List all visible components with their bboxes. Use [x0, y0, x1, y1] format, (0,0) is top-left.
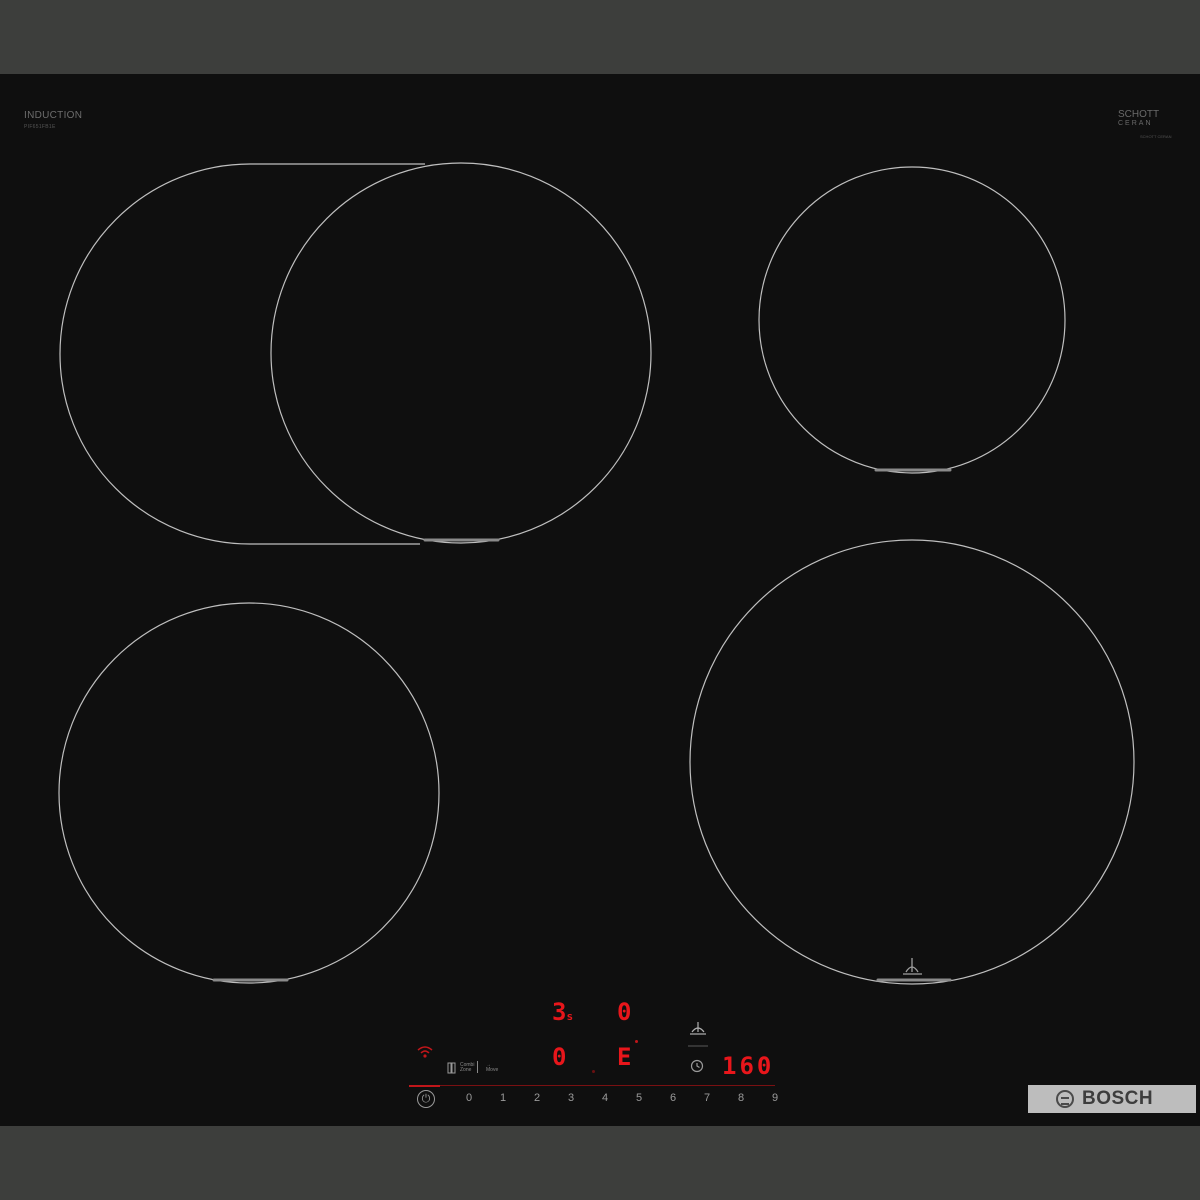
- level-0[interactable]: 0: [452, 1092, 486, 1104]
- bottom-frame: [0, 1126, 1200, 1200]
- level-2[interactable]: 2: [520, 1092, 554, 1104]
- level-1[interactable]: 1: [486, 1092, 520, 1104]
- zone-rear-left-level: 3: [552, 998, 567, 1026]
- pan-label-bottom: Move: [486, 1067, 499, 1073]
- wifi-icon[interactable]: [416, 1045, 434, 1059]
- power-icon: ⏻: [421, 1093, 431, 1105]
- power-level-selector[interactable]: 0 1 2 3 4 5 6 7 8 9: [452, 1092, 792, 1104]
- frying-sensor-control-icon[interactable]: [688, 1022, 708, 1047]
- indicator-dot: [592, 1070, 595, 1073]
- frying-sensor-icon: [903, 958, 922, 975]
- front-left-zone[interactable]: [270, 162, 652, 544]
- level-8[interactable]: 8: [724, 1092, 758, 1104]
- bottom-left-zone[interactable]: [58, 602, 440, 984]
- level-5[interactable]: 5: [622, 1092, 656, 1104]
- flex-zone-icon[interactable]: [447, 1062, 457, 1074]
- power-button[interactable]: ⏻: [417, 1090, 435, 1108]
- level-7[interactable]: 7: [690, 1092, 724, 1104]
- control-divider: [477, 1061, 478, 1073]
- zone-front-right-display: E: [617, 1043, 632, 1071]
- combi-label-bottom: Zone: [460, 1067, 472, 1073]
- level-9[interactable]: 9: [758, 1092, 792, 1104]
- bosch-brand-text: BOSCH: [1082, 1088, 1154, 1109]
- level-3[interactable]: 3: [554, 1092, 588, 1104]
- power-slider-track[interactable]: [440, 1085, 775, 1086]
- zone-front-left-display: 0: [552, 1043, 567, 1071]
- zone-rear-right-display: 0: [617, 998, 632, 1026]
- cooking-zones: [58, 162, 1135, 1047]
- bosch-armature-icon: [1056, 1090, 1074, 1108]
- bottom-right-zone[interactable]: [689, 539, 1135, 985]
- combi-zone-label[interactable]: Combi Zone: [460, 1063, 474, 1073]
- level-4[interactable]: 4: [588, 1092, 622, 1104]
- bosch-logo: BOSCH: [1028, 1085, 1196, 1113]
- flex-zone-outline[interactable]: [59, 163, 425, 545]
- timer-display: 160: [722, 1052, 775, 1080]
- level-6[interactable]: 6: [656, 1092, 690, 1104]
- zone-rear-left-display: 3s: [552, 998, 573, 1026]
- zone-rear-left-sub: s: [566, 1010, 574, 1023]
- indicator-dot: [635, 1040, 638, 1043]
- clock-icon[interactable]: [690, 1059, 704, 1073]
- pan-move-label[interactable]: → Move: [486, 1063, 498, 1073]
- rear-right-zone[interactable]: [758, 166, 1066, 474]
- power-slider-fill: [409, 1085, 440, 1087]
